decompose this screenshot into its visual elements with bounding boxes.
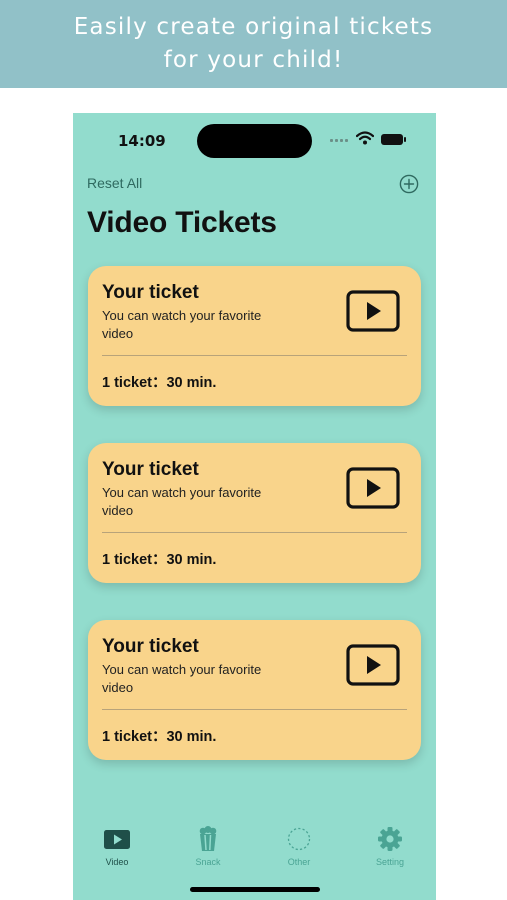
signal-icon (330, 139, 348, 142)
tab-bar: Video Snack Other Setting (73, 825, 436, 875)
reset-all-button[interactable]: Reset All (87, 175, 142, 191)
tab-snack[interactable]: Snack (173, 825, 243, 867)
phone-screen: 14:09 Reset All Video Tickets Your ticke… (73, 113, 436, 900)
tab-video[interactable]: Video (82, 825, 152, 867)
tab-other-label: Other (287, 857, 311, 867)
ticket-card[interactable]: Your ticket You can watch your favorite … (88, 266, 421, 406)
popcorn-icon (199, 826, 217, 851)
dashed-circle-icon (287, 827, 311, 851)
play-video-icon (346, 290, 400, 332)
plus-circle-icon[interactable] (399, 174, 419, 194)
ticket-title: Your ticket (102, 459, 199, 480)
tab-setting[interactable]: Setting (355, 825, 425, 867)
ticket-rate: 1 ticket：30 min. (102, 375, 217, 391)
battery-tip (404, 137, 406, 142)
tab-setting-label: Setting (375, 857, 405, 867)
tab-other[interactable]: Other (264, 825, 334, 867)
ticket-rate: 1 ticket：30 min. (102, 552, 217, 568)
banner-line-2: for your child! (163, 47, 344, 73)
ticket-description: You can watch your favorite video (102, 662, 262, 695)
ticket-divider (102, 532, 407, 533)
ticket-title: Your ticket (102, 282, 199, 303)
status-icons (330, 131, 410, 149)
video-icon (104, 830, 130, 849)
ticket-card[interactable]: Your ticket You can watch your favorite … (88, 443, 421, 583)
gear-icon (378, 827, 402, 851)
ticket-divider (102, 355, 407, 356)
ticket-description: You can watch your favorite video (102, 485, 262, 518)
ticket-card[interactable]: Your ticket You can watch your favorite … (88, 620, 421, 760)
ticket-rate: 1 ticket：30 min. (102, 729, 217, 745)
status-time: 14:09 (118, 132, 166, 150)
tab-video-label: Video (105, 857, 129, 867)
promo-banner: Easily create original tickets for your … (0, 0, 507, 88)
ticket-divider (102, 709, 407, 710)
dynamic-island (197, 124, 312, 158)
play-video-icon (346, 644, 400, 686)
tab-snack-label: Snack (195, 857, 221, 867)
page-title: Video Tickets (87, 206, 277, 239)
home-indicator (190, 887, 320, 892)
banner-line-1: Easily create original tickets (73, 14, 434, 40)
wifi-icon (356, 131, 374, 145)
battery-icon (381, 134, 403, 145)
ticket-title: Your ticket (102, 636, 199, 657)
ticket-description: You can watch your favorite video (102, 308, 262, 341)
play-video-icon (346, 467, 400, 509)
